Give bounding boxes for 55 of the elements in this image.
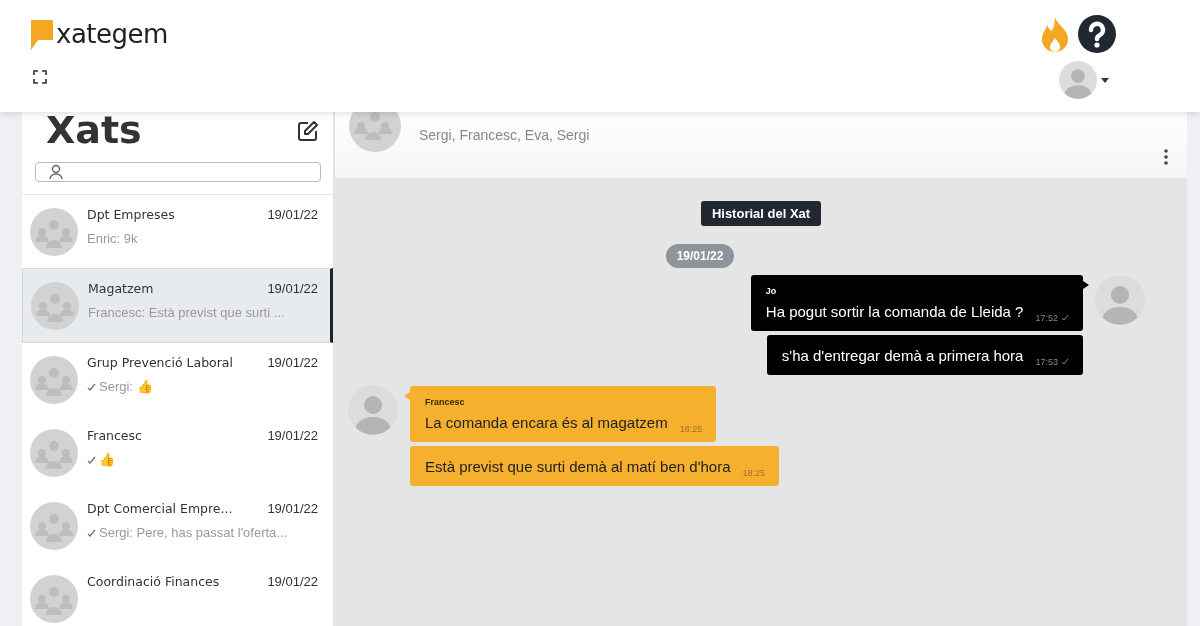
chat-preview: Enric: 9k — [87, 231, 138, 246]
group-avatar-icon — [30, 575, 78, 623]
message-time: 18:25 — [679, 424, 703, 434]
chat-date: 19/01/22 — [267, 207, 318, 222]
chat-date: 19/01/22 — [267, 355, 318, 370]
date-separator: 19/01/22 — [665, 244, 735, 268]
sender-name: Jo — [765, 286, 778, 296]
chat-date: 19/01/22 — [267, 281, 318, 296]
message-text: La comanda encara és al magatzem — [425, 414, 668, 431]
help-icon[interactable] — [1078, 15, 1116, 53]
logo-text: xategem — [56, 20, 168, 48]
chat-preview: Sergi: 👍 — [99, 379, 153, 394]
group-avatar-icon — [30, 429, 78, 477]
edit-icon[interactable] — [297, 120, 319, 142]
chat-preview: 👍 — [99, 452, 115, 467]
chat-name: Dpt Empreses — [87, 207, 175, 222]
message-time: 18:25 — [742, 468, 766, 478]
group-avatar-icon — [30, 502, 78, 550]
chat-name: Grup Prevenció Laboral — [87, 355, 233, 370]
chat-date: 19/01/22 — [267, 574, 318, 589]
chat-preview: Francesc: Està previst que surti ... — [88, 305, 285, 320]
group-avatar-icon — [30, 208, 78, 256]
history-label: Historial del Xat — [700, 201, 822, 226]
message-time: 17:53 — [1035, 357, 1058, 367]
chat-list-item[interactable]: Francesc 19/01/22 👍 — [22, 416, 333, 489]
user-avatar-icon — [348, 385, 398, 435]
chat-name: Coordinació Finances — [87, 574, 220, 589]
chat-list-item[interactable]: Magatzem 19/01/22 Francesc: Està previst que surti ... — [22, 268, 333, 343]
more-options-icon[interactable] — [1164, 149, 1168, 165]
caret-icon[interactable] — [1101, 77, 1109, 83]
chat-preview: Sergi: Pere, has passat l'oferta... — [99, 525, 288, 540]
chat-list-item[interactable]: Grup Prevenció Laboral 19/01/22 Sergi: 👍 — [22, 343, 333, 416]
chat-name: Dpt Comercial Empre... — [87, 501, 233, 516]
chat-members: Sergi, Francesc, Eva, Sergi — [419, 127, 590, 143]
message-time: 17:52 — [1035, 313, 1058, 323]
chat-list-item[interactable]: Coordinació Finances 19/01/22 — [22, 562, 333, 626]
group-avatar-icon — [30, 356, 78, 404]
fullscreen-icon[interactable] — [33, 70, 47, 84]
message-text: s'ha d'entregar demà a primera hora — [781, 347, 1024, 364]
sidebar-title: Xats — [46, 112, 142, 150]
chat-name: Magatzem — [88, 281, 154, 296]
chat-list-item[interactable]: Dpt Comercial Empre... 19/01/22 Sergi: Pere, has passat l'oferta... — [22, 489, 333, 562]
message-text: Està previst que surti demà al matí ben d'hora — [425, 458, 731, 475]
user-avatar-icon — [1095, 275, 1145, 325]
sender-name: Francesc — [425, 397, 466, 407]
group-avatar-icon — [31, 282, 79, 330]
chat-date: 19/01/22 — [267, 428, 318, 443]
logo-icon — [31, 20, 53, 50]
chat-date: 19/01/22 — [267, 501, 318, 516]
search-field[interactable] — [35, 162, 321, 182]
chat-name: Francesc — [87, 428, 142, 443]
person-icon — [49, 164, 63, 180]
group-avatar-icon — [349, 112, 401, 152]
message-text: Ha pogut sortir la comanda de Lleida ? — [765, 303, 1024, 320]
chat-list-item[interactable]: Dpt Empreses 19/01/22 Enric: 9k — [22, 195, 333, 268]
